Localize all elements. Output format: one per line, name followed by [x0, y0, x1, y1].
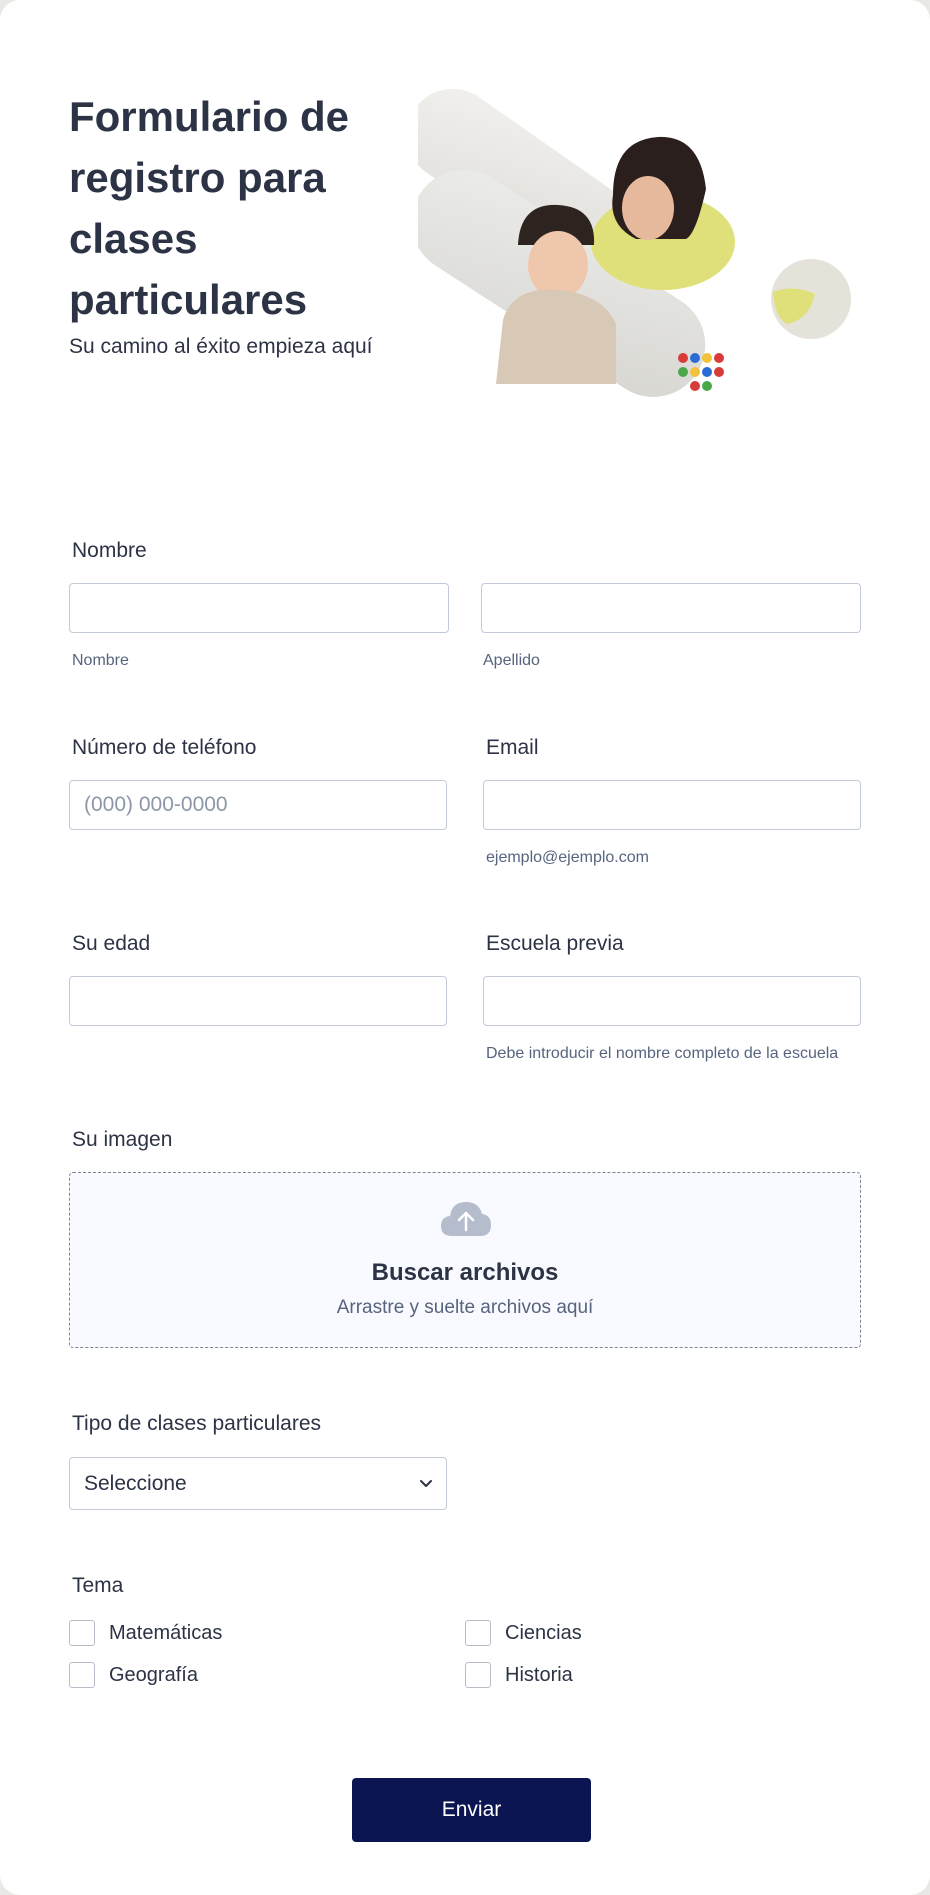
- first-name-sublabel: Nombre: [72, 652, 129, 669]
- tutoring-type-value: Seleccione: [84, 1472, 187, 1495]
- subject-option-label: Historia: [505, 1664, 573, 1686]
- checkbox[interactable]: [69, 1620, 95, 1646]
- school-label: Escuela previa: [486, 932, 624, 955]
- file-upload-area[interactable]: Buscar archivos Arrastre y suelte archiv…: [69, 1172, 861, 1348]
- tutoring-type-select[interactable]: Seleccione: [69, 1457, 447, 1510]
- checkbox[interactable]: [69, 1662, 95, 1688]
- subject-label: Tema: [72, 1574, 124, 1597]
- phone-label: Número de teléfono: [72, 736, 257, 759]
- school-sublabel: Debe introducir el nombre completo de la…: [486, 1045, 839, 1062]
- form-header: Formulario de registro para clases parti…: [69, 86, 389, 363]
- age-label: Su edad: [72, 932, 151, 955]
- hero-image: [418, 88, 851, 397]
- subject-option-label: Geografía: [109, 1664, 198, 1686]
- subject-option-label: Ciencias: [505, 1622, 582, 1644]
- checkbox[interactable]: [465, 1662, 491, 1688]
- email-sublabel: ejemplo@ejemplo.com: [486, 849, 649, 866]
- tutoring-type-label: Tipo de clases particulares: [72, 1412, 322, 1435]
- email-input[interactable]: [483, 780, 861, 830]
- name-label: Nombre: [72, 539, 147, 562]
- last-name-input[interactable]: [481, 583, 861, 633]
- first-name-input[interactable]: [69, 583, 449, 633]
- school-input[interactable]: [483, 976, 861, 1026]
- upload-subtitle: Arrastre y suelte archivos aquí: [336, 1297, 594, 1318]
- cloud-upload-icon: [441, 1202, 491, 1236]
- image-label: Su imagen: [72, 1128, 173, 1151]
- page-title: Formulario de registro para clases parti…: [69, 93, 350, 323]
- chevron-down-icon: [420, 1480, 432, 1487]
- phone-input[interactable]: [69, 780, 447, 830]
- upload-title: Buscar archivos: [371, 1259, 559, 1286]
- email-label: Email: [486, 736, 539, 759]
- subject-option-label: Matemáticas: [109, 1622, 223, 1644]
- age-input[interactable]: [69, 976, 447, 1026]
- last-name-sublabel: Apellido: [483, 652, 540, 669]
- form-card: Formulario de registro para clases parti…: [0, 0, 930, 1895]
- checkbox[interactable]: [465, 1620, 491, 1646]
- page-subtitle: Su camino al éxito empieza aquí: [69, 335, 373, 358]
- submit-button[interactable]: Enviar: [352, 1778, 591, 1842]
